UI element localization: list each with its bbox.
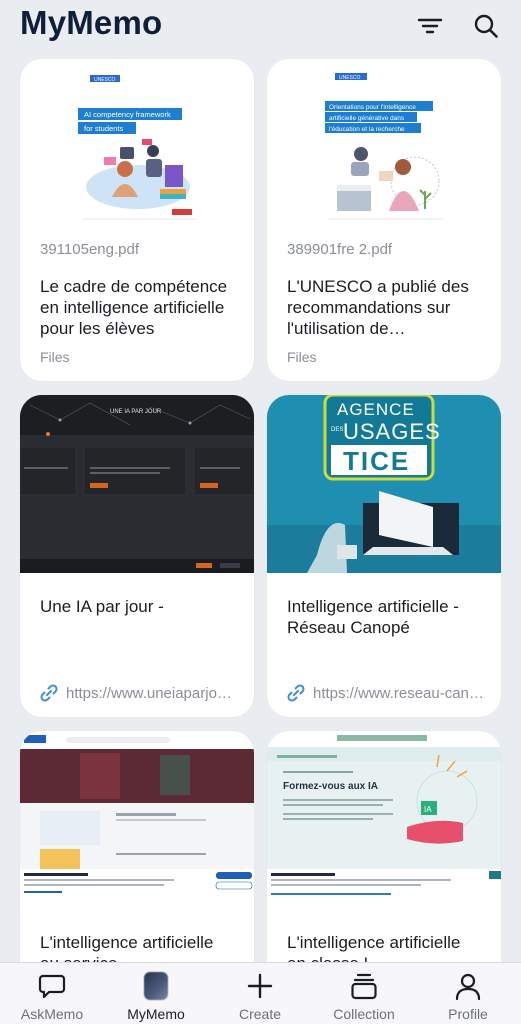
nav-label: AskMemo — [20, 1006, 84, 1022]
nav-label: Profile — [448, 1006, 488, 1022]
thumb-site-title: UNE IA PAR JOUR — [110, 409, 162, 415]
memo-card-pdf-unesco-guidance[interactable]: UNESCO Orientations pour l'intelligence … — [267, 59, 501, 381]
filter-icon[interactable] — [416, 12, 444, 40]
nav-profile[interactable]: Profile — [423, 963, 513, 1024]
header: MyMemo — [0, 0, 521, 56]
card-source: Files — [287, 349, 317, 365]
card-link[interactable]: https://www.reseau-canope.fr — [285, 682, 487, 704]
card-thumbnail: Formez-vous aux IA IA — [267, 731, 501, 909]
link-icon — [40, 684, 58, 702]
card-title: Le cadre de compétence en intelligence a… — [40, 277, 228, 338]
card-thumbnail: UNE IA PAR JOUR — [20, 395, 254, 573]
plus-icon — [247, 973, 273, 999]
chat-bubble-icon — [38, 974, 66, 999]
card-filename: 389901fre 2.pdf — [287, 241, 393, 258]
thumb-heading-1: AI competency framework — [84, 110, 171, 119]
search-icon[interactable] — [472, 12, 500, 40]
nav-label: Create — [238, 1006, 282, 1022]
card-source: Files — [40, 349, 70, 365]
thumb-heading: Formez-vous aux IA — [283, 781, 378, 792]
thumb-agence: AGENCE — [337, 400, 415, 419]
screen: MyMemo UNESCO AI competency framework fo… — [0, 0, 521, 1024]
thumb-publisher: UNESCO — [94, 77, 116, 83]
card-thumbnail: AGENCE DES USAGES TICE — [267, 395, 501, 573]
card-title: Intelligence artificielle - Réseau Canop… — [287, 597, 459, 637]
nav-collection[interactable]: Collection — [319, 963, 409, 1024]
thumb-publisher: UNESCO — [339, 75, 361, 81]
nav-mymemo[interactable]: MyMemo — [111, 963, 201, 1024]
thumb-heading-3: l'éducation et la recherche — [329, 126, 405, 133]
thumb-badge: IA — [424, 805, 432, 814]
card-thumbnail: UNESCO Orientations pour l'intelligence … — [267, 59, 501, 237]
card-thumbnail: UNESCO AI competency framework for stude… — [20, 59, 254, 237]
card-thumbnail — [20, 731, 254, 909]
card-link-url: https://www.uneiaparjour.fr — [66, 684, 240, 702]
person-icon — [455, 973, 481, 1001]
memo-card-link-reseau-canope[interactable]: AGENCE DES USAGES TICE Intelligence arti… — [267, 395, 501, 717]
thumb-des: DES — [331, 427, 343, 433]
card-link[interactable]: https://www.uneiaparjour.fr — [38, 682, 240, 704]
card-title: Une IA par jour - — [40, 597, 164, 616]
thumb-heading-2: for students — [84, 124, 123, 133]
memo-card-pdf-ai-framework[interactable]: UNESCO AI competency framework for stude… — [20, 59, 254, 381]
thumb-tice: TICE — [343, 446, 410, 476]
nav-askmemo[interactable]: AskMemo — [7, 963, 97, 1024]
memo-avatar — [144, 972, 168, 1000]
card-title: L'UNESCO a publié des recommandations su… — [287, 277, 469, 338]
app-title: MyMemo — [20, 4, 163, 41]
link-icon — [287, 684, 305, 702]
nav-create[interactable]: Create — [215, 963, 305, 1024]
bottom-nav: AskMemo MyMemo Create Collection Profile — [0, 962, 521, 1024]
collection-icon — [351, 973, 377, 1000]
thumb-heading-1: Orientations pour l'intelligence — [329, 104, 416, 111]
card-link-url: https://www.reseau-canope.fr — [313, 684, 487, 702]
thumb-heading-2: artificielle générative dans — [329, 115, 405, 122]
nav-label: MyMemo — [127, 1006, 185, 1022]
nav-label: Collection — [333, 1006, 395, 1022]
card-filename: 391105eng.pdf — [40, 241, 139, 258]
thumb-usages: USAGES — [343, 419, 441, 444]
memo-card-link-une-ia-par-jour[interactable]: UNE IA PAR JOUR Une IA par jour - https:… — [20, 395, 254, 717]
